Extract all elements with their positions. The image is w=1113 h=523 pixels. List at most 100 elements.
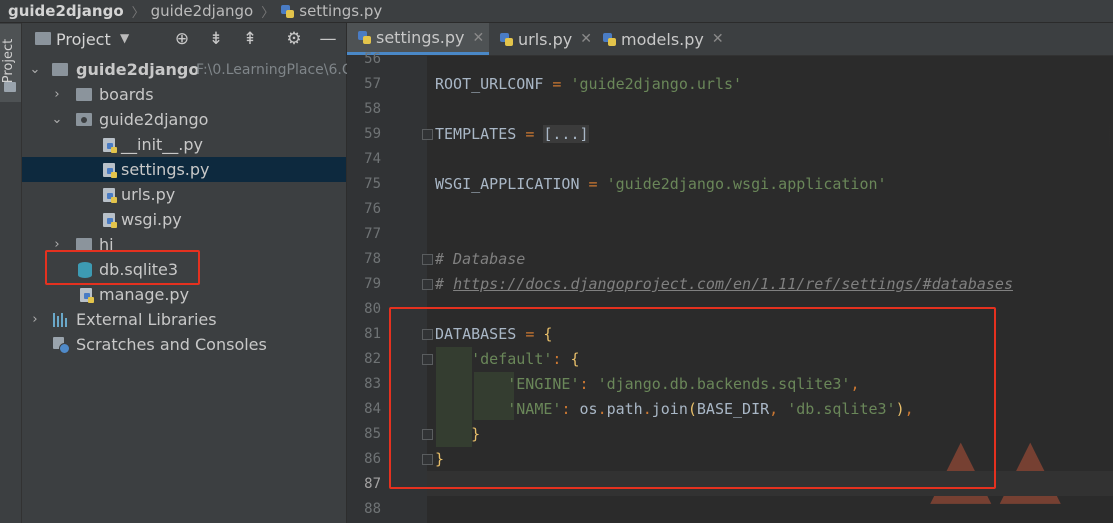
line-number: 58 bbox=[364, 101, 381, 117]
tab-label: settings.py bbox=[376, 28, 465, 47]
code-comment: # Database bbox=[435, 250, 526, 268]
tree-item-urls-py[interactable]: urls.py bbox=[22, 182, 346, 207]
breadcrumb: guide2django 〉 guide2django 〉 settings.p… bbox=[0, 0, 1113, 23]
line-number: 75 bbox=[364, 176, 381, 192]
chevron-right-icon: 〉 bbox=[131, 5, 145, 21]
code-string: 'guide2django.urls' bbox=[570, 75, 743, 93]
breadcrumb-file[interactable]: settings.py bbox=[280, 2, 382, 20]
tree-item-label: wsgi.py bbox=[121, 210, 182, 229]
highlight-box-databases bbox=[389, 307, 996, 489]
python-file-icon bbox=[101, 187, 117, 203]
tree-item-label: settings.py bbox=[121, 160, 210, 179]
folder-icon bbox=[35, 32, 51, 45]
fold-marker-icon[interactable] bbox=[422, 279, 433, 290]
breadcrumb-project-label: guide2django bbox=[8, 2, 124, 20]
breadcrumb-package-label: guide2django bbox=[150, 2, 254, 20]
tree-item-label: __init__.py bbox=[121, 135, 204, 154]
line-number: 85 bbox=[364, 426, 381, 442]
code-line: # https://docs.djangoproject.com/en/1.11… bbox=[435, 275, 1013, 293]
chevron-down-icon[interactable]: ⌄ bbox=[28, 62, 42, 77]
tab-label: urls.py bbox=[518, 29, 573, 49]
chevron-right-icon: 〉 bbox=[261, 5, 275, 21]
python-file-icon bbox=[602, 32, 617, 47]
fold-marker-icon[interactable] bbox=[422, 254, 433, 265]
tree-item-external-libraries[interactable]: › External Libraries bbox=[22, 307, 346, 332]
python-file-icon bbox=[101, 137, 117, 153]
breadcrumb-project[interactable]: guide2django bbox=[0, 2, 124, 20]
line-number: 79 bbox=[364, 276, 381, 292]
close-icon[interactable]: ✕ bbox=[712, 31, 724, 47]
line-number: 80 bbox=[364, 301, 381, 317]
line-number: 81 bbox=[364, 326, 381, 342]
fold-marker-icon[interactable] bbox=[422, 129, 433, 140]
editor-tab-bar: settings.py ✕ urls.py ✕ models.py ✕ bbox=[347, 23, 1113, 56]
line-number: 77 bbox=[364, 226, 381, 242]
line-number: 78 bbox=[364, 251, 381, 267]
tree-item-init-py[interactable]: __init__.py bbox=[22, 132, 346, 157]
tab-label: models.py bbox=[621, 29, 704, 49]
code-identifier: WSGI_APPLICATION bbox=[435, 175, 580, 193]
line-number: 84 bbox=[364, 401, 381, 417]
code-identifier: TEMPLATES bbox=[435, 125, 517, 143]
project-view-selector[interactable]: Project bbox=[56, 30, 111, 49]
close-icon[interactable]: ✕ bbox=[473, 30, 485, 46]
line-number: 57 bbox=[364, 76, 381, 92]
tab-urls-py[interactable]: urls.py ✕ bbox=[489, 23, 599, 55]
code-line: ROOT_URLCONF = 'guide2django.urls' bbox=[435, 75, 743, 93]
close-icon[interactable]: ✕ bbox=[580, 31, 592, 47]
chevron-down-icon[interactable]: ▼ bbox=[120, 31, 129, 45]
tree-item-label: boards bbox=[99, 85, 154, 104]
line-number: 86 bbox=[364, 451, 381, 467]
folder-icon bbox=[76, 88, 92, 101]
code-identifier: ROOT_URLCONF bbox=[435, 75, 544, 93]
python-file-icon bbox=[78, 287, 94, 303]
breadcrumb-file-label: settings.py bbox=[299, 2, 383, 20]
tree-item-settings-py[interactable]: settings.py bbox=[22, 157, 346, 182]
code-line: WSGI_APPLICATION = 'guide2django.wsgi.ap… bbox=[435, 175, 887, 193]
tree-item-label: External Libraries bbox=[76, 310, 217, 329]
line-number: 76 bbox=[364, 201, 381, 217]
code-line: TEMPLATES = [...] bbox=[435, 125, 589, 143]
hide-icon[interactable]: — bbox=[318, 29, 338, 49]
tree-item-label: guide2django bbox=[76, 60, 200, 79]
line-number: 59 bbox=[364, 126, 381, 142]
line-number: 74 bbox=[364, 151, 381, 167]
chevron-right-icon[interactable]: › bbox=[50, 87, 64, 102]
python-file-icon bbox=[357, 30, 372, 45]
docs-link[interactable]: https://docs.djangoproject.com/en/1.11/r… bbox=[453, 275, 1013, 293]
line-number: 56 bbox=[364, 51, 381, 67]
tree-item-label: Scratches and Consoles bbox=[76, 335, 267, 354]
code-comment: # bbox=[435, 275, 454, 293]
chevron-down-icon[interactable]: ⌄ bbox=[50, 112, 64, 127]
collapse-all-icon[interactable]: ⇞ bbox=[240, 29, 260, 49]
tree-item-guide2django-package[interactable]: ⌄ guide2django bbox=[22, 107, 346, 132]
gear-icon[interactable]: ⚙ bbox=[284, 29, 304, 49]
line-number: 83 bbox=[364, 376, 381, 392]
tree-item-label: guide2django bbox=[99, 110, 209, 129]
folded-code[interactable]: [...] bbox=[543, 125, 589, 143]
code-string: 'guide2django.wsgi.application' bbox=[606, 175, 887, 193]
tree-item-label: urls.py bbox=[121, 185, 176, 204]
folder-icon bbox=[4, 82, 16, 92]
tree-item-manage-py[interactable]: manage.py bbox=[22, 282, 346, 307]
library-icon bbox=[53, 312, 69, 327]
tree-item-guide2django-root[interactable]: ⌄ guide2django F:\0.LearningPlace\6.C bbox=[22, 57, 352, 82]
locate-icon[interactable]: ⊕ bbox=[172, 29, 192, 49]
project-path: F:\0.LearningPlace\6.C bbox=[196, 61, 352, 78]
highlight-box-db-file bbox=[45, 250, 200, 285]
line-number: 87 bbox=[364, 476, 381, 492]
project-panel-header: Project ▼ ⊕ ⇟ ⇞ ⚙ — bbox=[22, 23, 346, 55]
expand-all-icon[interactable]: ⇟ bbox=[206, 29, 226, 49]
chevron-right-icon[interactable]: › bbox=[28, 312, 42, 327]
tab-models-py[interactable]: models.py ✕ bbox=[592, 23, 728, 55]
tree-item-wsgi-py[interactable]: wsgi.py bbox=[22, 207, 346, 232]
tree-item-boards[interactable]: › boards bbox=[22, 82, 346, 107]
scratches-icon bbox=[53, 336, 70, 354]
python-file-icon bbox=[499, 32, 514, 47]
folder-icon bbox=[52, 63, 68, 76]
package-folder-icon bbox=[76, 113, 92, 126]
tree-item-label: manage.py bbox=[99, 285, 190, 304]
tree-item-scratches[interactable]: Scratches and Consoles bbox=[22, 332, 346, 357]
python-file-icon bbox=[280, 4, 295, 19]
breadcrumb-package[interactable]: guide2django bbox=[151, 2, 254, 20]
